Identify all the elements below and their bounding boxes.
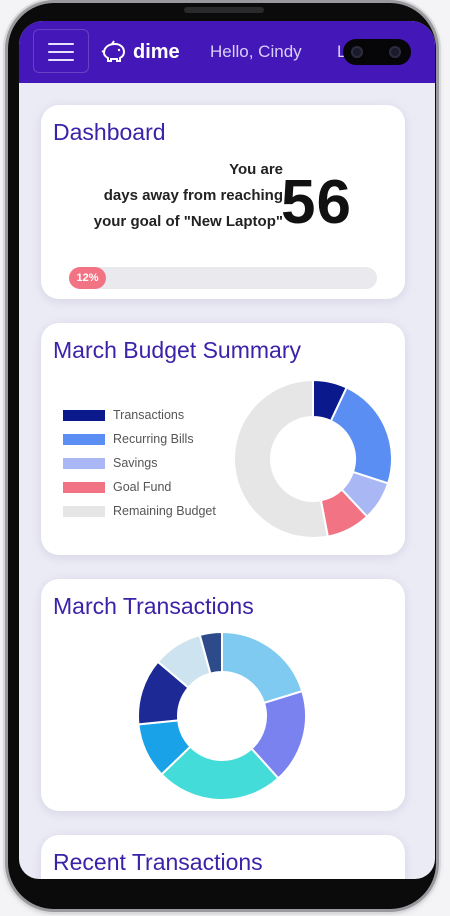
transactions-chart-title: March Transactions [53,593,254,619]
goal-progress-fill: 12% [69,267,106,289]
legend-label: Savings [113,456,158,470]
hamburger-menu-icon[interactable] [33,29,89,73]
legend-swatch [63,457,105,469]
legend-swatch [63,505,105,517]
front-camera [343,39,411,65]
user-greeting: Hello, Cindy [210,42,302,61]
goal-line-1: You are [229,161,283,178]
legend-swatch [63,433,105,445]
phone-frame: dime Hello, Cindy L Dashboard You are da… [8,3,436,909]
top-navbar: dime Hello, Cindy L [19,21,435,83]
dashboard-card: Dashboard You are days away from reachin… [41,105,405,299]
legend-item[interactable]: Recurring Bills [63,427,216,451]
legend-label: Goal Fund [113,480,172,494]
budget-donut-chart [233,379,393,539]
legend-item[interactable]: Savings [63,451,216,475]
budget-legend: Transactions Recurring Bills Savings Goal F… [63,403,216,523]
legend-item[interactable]: Remaining Budget [63,499,216,523]
legend-label: Remaining Budget [113,504,216,518]
donut-slice[interactable] [233,379,329,539]
brand-logo[interactable]: dime [99,38,180,66]
budget-summary-card: March Budget Summary Transactions Recurri… [41,323,405,555]
goal-progress-bar: 12% [69,267,377,289]
recent-transactions-card: Recent Transactions [41,835,405,879]
dashboard-title: Dashboard [53,119,166,145]
donut-slice[interactable] [329,386,393,485]
transactions-chart-card: March Transactions [41,579,405,811]
piggy-bank-icon [101,40,126,62]
goal-line-3: your goal of "New Laptop" [93,213,283,230]
donut-slice[interactable] [221,631,304,705]
app-screen: dime Hello, Cindy L Dashboard You are da… [19,21,435,879]
camera-lens-icon [389,46,401,58]
legend-item[interactable]: Transactions [63,403,216,427]
legend-label: Recurring Bills [113,432,194,446]
legend-item[interactable]: Goal Fund [63,475,216,499]
days-remaining: 56 [281,168,352,237]
brand-name: dime [133,40,180,63]
camera-lens-icon [351,46,363,58]
goal-line-2: days away from reaching [103,187,283,204]
recent-transactions-title: Recent Transactions [53,849,263,875]
goal-message: You are days away from reaching your goa… [94,157,283,235]
transactions-donut-chart [137,631,307,801]
phone-speaker [184,7,264,13]
legend-swatch [63,481,105,493]
legend-swatch [63,409,105,421]
legend-label: Transactions [113,408,185,422]
budget-summary-title: March Budget Summary [53,337,301,363]
